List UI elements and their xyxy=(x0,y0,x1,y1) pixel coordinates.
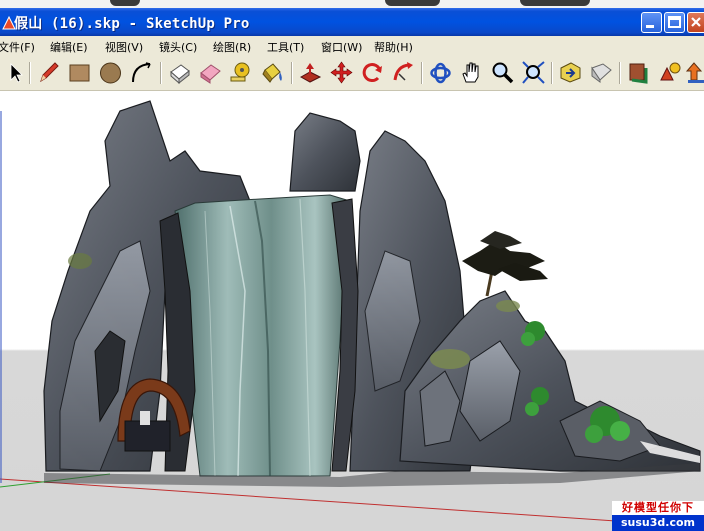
menu-draw[interactable]: 绘图(R) xyxy=(213,39,251,55)
modeling-viewport[interactable] xyxy=(0,91,704,531)
components-icon xyxy=(660,62,681,81)
main-toolbar xyxy=(0,56,704,91)
close-icon xyxy=(691,17,701,27)
zoom-tool-button[interactable] xyxy=(490,60,515,85)
pine-tree xyxy=(462,231,548,297)
pan-icon xyxy=(462,62,479,83)
title-bar[interactable]: 假山 (16).skp - SketchUp Pro xyxy=(0,8,704,36)
upload-button[interactable] xyxy=(684,60,704,85)
minimize-icon xyxy=(646,25,654,28)
menu-tools[interactable]: 工具(T) xyxy=(267,39,304,55)
menu-camera[interactable]: 镜头(C) xyxy=(159,39,197,55)
eraser-icon xyxy=(200,64,221,84)
paint-bucket-icon xyxy=(262,63,282,83)
arc-icon xyxy=(132,62,151,83)
select-tool-button[interactable] xyxy=(3,60,28,85)
eraser-clear-icon xyxy=(170,64,190,85)
rockery-model-scene xyxy=(0,100,704,528)
menu-edit[interactable]: 编辑(E) xyxy=(50,39,88,55)
orbit-icon xyxy=(430,62,451,84)
close-button[interactable] xyxy=(687,12,704,33)
watermark-slogan: 好模型任你下 xyxy=(612,501,704,515)
upload-icon xyxy=(685,62,704,83)
move-icon xyxy=(330,61,353,84)
circle-tool-button[interactable] xyxy=(98,60,123,85)
pan-tool-button[interactable] xyxy=(459,60,484,85)
maximize-button[interactable] xyxy=(664,12,685,33)
pencil-icon xyxy=(40,62,59,83)
rectangle-tool-button[interactable] xyxy=(67,60,92,85)
get-models-button[interactable] xyxy=(626,60,651,85)
toolbar-separator xyxy=(421,62,423,84)
share-component-button[interactable] xyxy=(589,60,614,85)
zoom-extents-icon xyxy=(522,61,545,84)
paint-bucket-tool-button[interactable] xyxy=(260,60,285,85)
rotate-icon xyxy=(362,63,382,83)
tape-measure-tool-button[interactable] xyxy=(229,60,254,85)
menu-window[interactable]: 窗口(W) xyxy=(321,39,362,55)
desktop-strip xyxy=(0,0,704,8)
maximize-icon xyxy=(668,16,681,28)
zoom-icon xyxy=(492,62,514,84)
pencil-tool-button[interactable] xyxy=(36,60,61,85)
move-tool-button[interactable] xyxy=(329,60,354,85)
zoom-extents-button[interactable] xyxy=(521,60,546,85)
menu-bar: 文件(F) 编辑(E) 视图(V) 镜头(C) 绘图(R) 工具(T) 窗口(W… xyxy=(0,36,704,56)
share-model-button[interactable] xyxy=(657,60,682,85)
orbit-tool-button[interactable] xyxy=(428,60,453,85)
select-icon xyxy=(10,63,23,83)
watermark-url: susu3d.com xyxy=(612,515,704,531)
menu-view[interactable]: 视图(V) xyxy=(105,39,143,55)
section-icon xyxy=(629,63,648,84)
toolbar-separator xyxy=(29,62,31,84)
menu-help[interactable]: 帮助(H) xyxy=(374,39,413,55)
rotate-tool-button[interactable] xyxy=(360,60,385,85)
push-pull-tool-button[interactable] xyxy=(298,60,323,85)
warehouse-icon xyxy=(560,62,581,83)
tape-measure-icon xyxy=(230,62,250,82)
menu-file[interactable]: 文件(F) xyxy=(0,39,35,55)
toolbar-separator xyxy=(619,62,621,84)
toolbar-separator xyxy=(291,62,293,84)
toolbar-separator xyxy=(160,62,162,84)
eraser-tool-button[interactable] xyxy=(198,60,223,85)
circle-icon xyxy=(100,62,121,84)
minimize-button[interactable] xyxy=(641,12,662,33)
component-icon xyxy=(591,63,612,83)
toolbar-separator xyxy=(551,62,553,84)
make-component-button[interactable] xyxy=(167,60,192,85)
3d-warehouse-button[interactable] xyxy=(558,60,583,85)
window-title: 假山 (16).skp - SketchUp Pro xyxy=(14,16,250,32)
arc-tool-button[interactable] xyxy=(129,60,154,85)
follow-me-tool-button[interactable] xyxy=(391,60,416,85)
push-pull-icon xyxy=(299,63,322,83)
follow-me-icon xyxy=(393,62,413,81)
rectangle-icon xyxy=(69,64,90,82)
